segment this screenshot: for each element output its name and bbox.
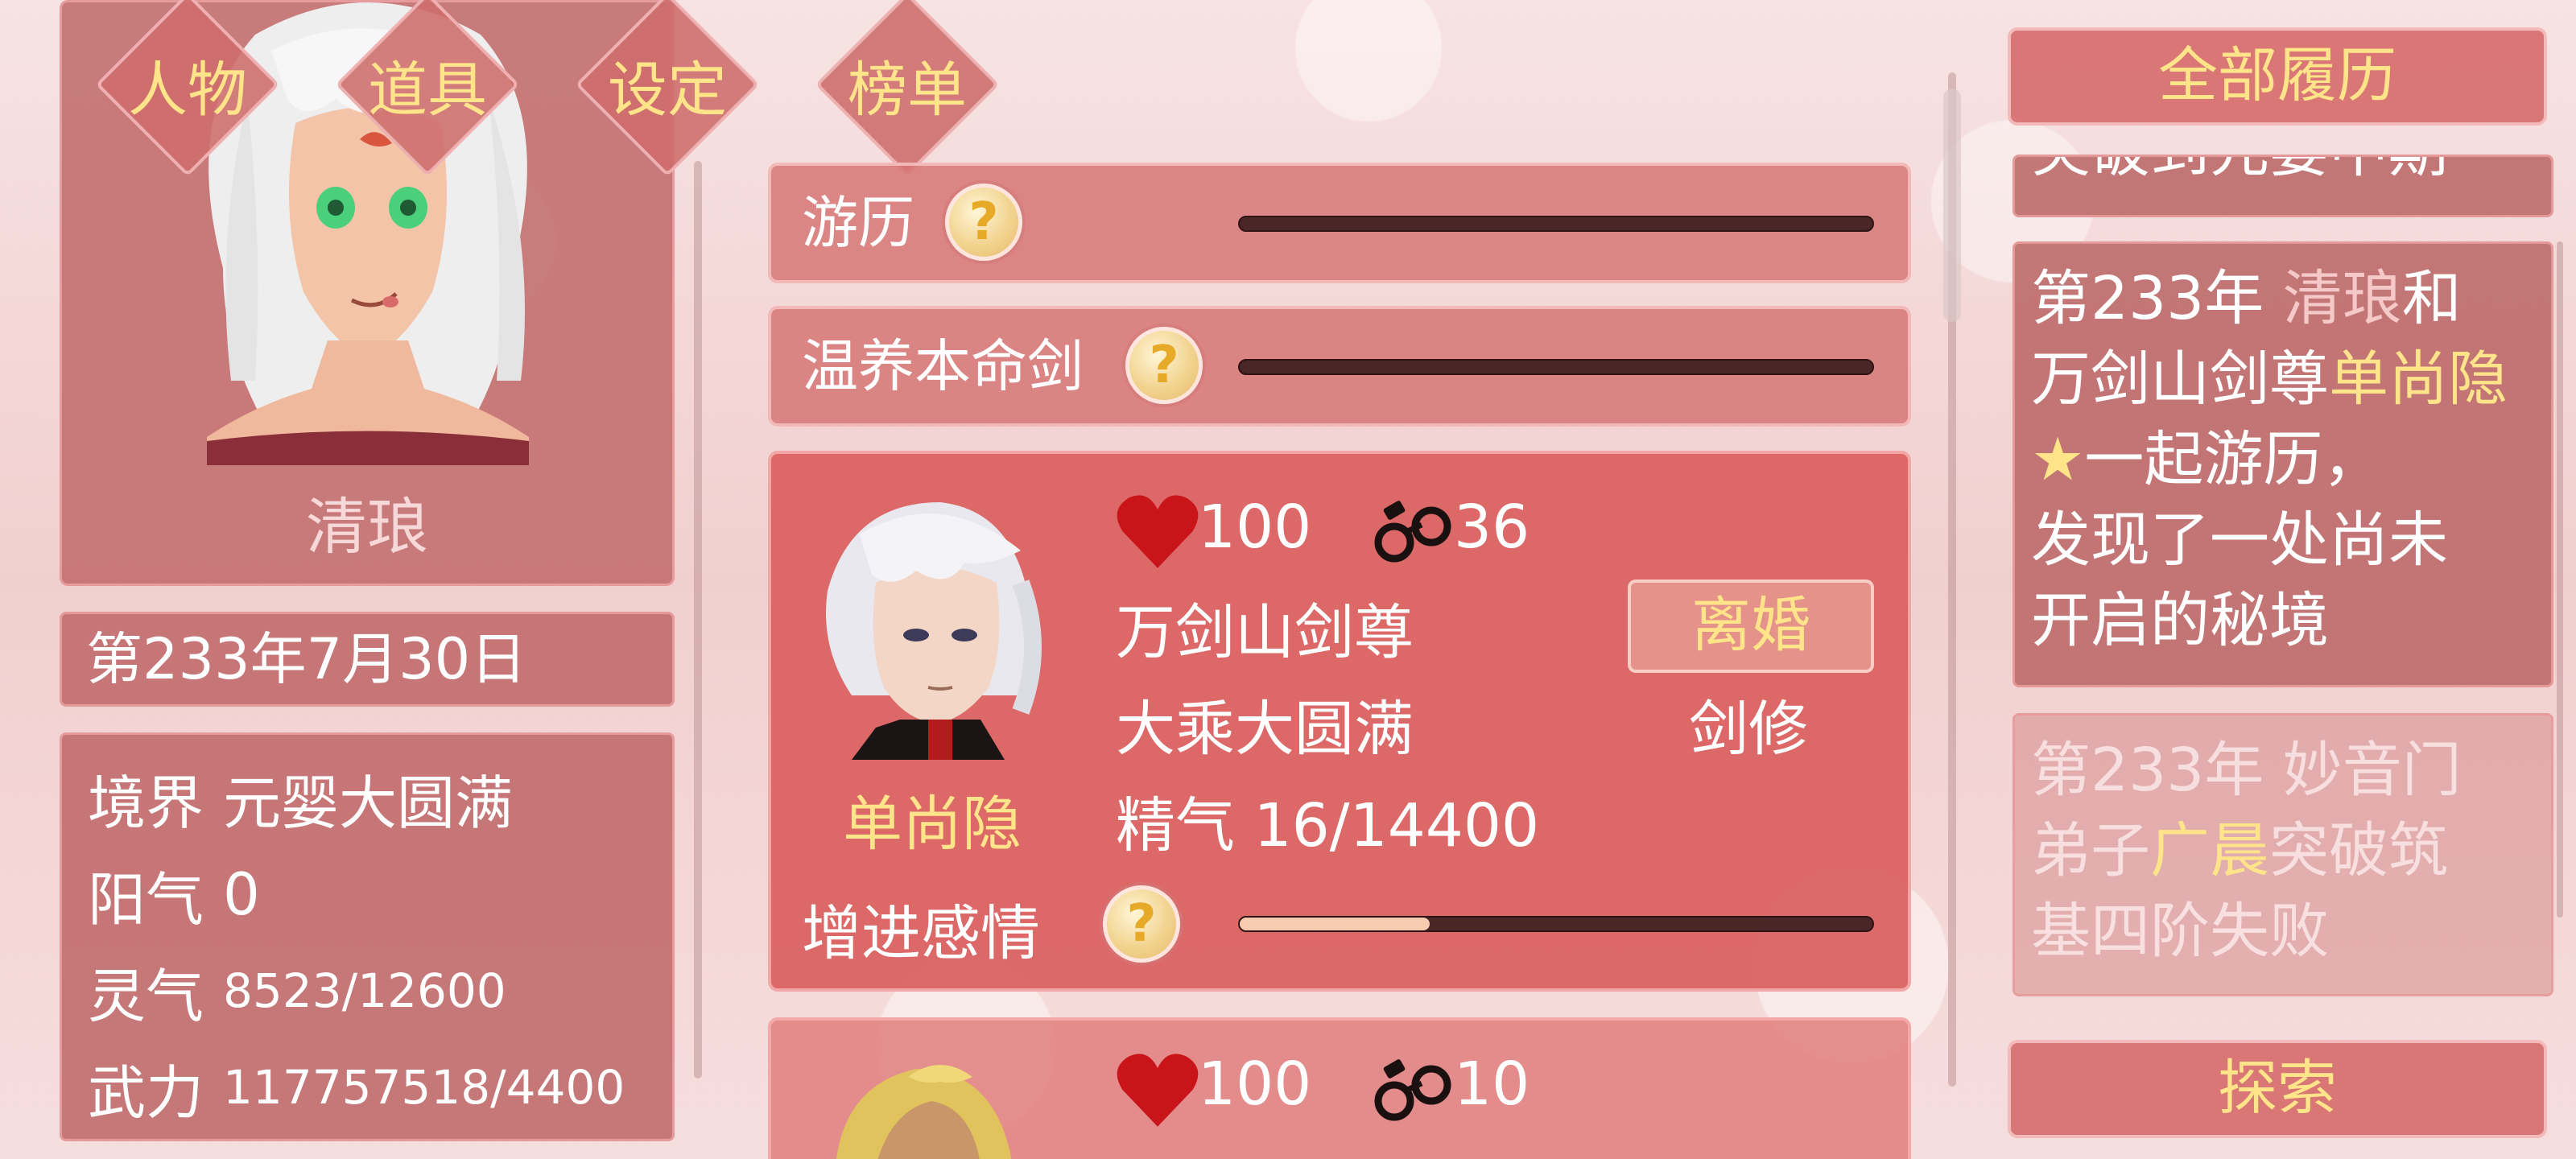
log-year: 第233年: [2031, 736, 2264, 805]
heart-icon: [1117, 1054, 1199, 1127]
stat-label: 阳气: [88, 865, 204, 934]
player-name: 清琅: [306, 491, 428, 563]
log-text: 和: [2401, 264, 2462, 333]
tab-ranking[interactable]: 榜单: [807, 0, 1008, 185]
divorce-button[interactable]: 离婚: [1628, 580, 1874, 673]
all-history-button[interactable]: 全部履历: [2008, 27, 2547, 126]
log-text: 弟子: [2031, 816, 2150, 885]
log-text: 一起游历，: [2084, 425, 2383, 494]
help-icon[interactable]: ?: [1125, 327, 1203, 404]
player-stats-panel: 境界 元婴大圆满 阳气 0 灵气 8523/12600 武力 117757518…: [60, 732, 675, 1141]
log-text: 开启的秘境: [2031, 586, 2329, 655]
game-date: 第233年7月30日: [60, 612, 675, 707]
log-text: 突破筑: [2269, 816, 2448, 885]
task-label: 温养本命剑: [802, 333, 1084, 399]
log-year: 第233年: [2031, 264, 2264, 333]
stat-label: 武力: [88, 1058, 204, 1127]
stat-value: 117757518/4400: [223, 1060, 625, 1115]
task-travel[interactable]: 游历 ?: [768, 163, 1911, 283]
stat-force: 武力 117757518/4400: [88, 1039, 672, 1136]
stat-label: 灵气: [88, 962, 204, 1030]
affection-progress-bar: [1238, 916, 1874, 932]
tab-character-label: 人物: [128, 55, 247, 125]
handcuffs-icon: [1374, 501, 1451, 563]
bond-value: 36: [1454, 493, 1530, 562]
tab-settings[interactable]: 设定: [567, 0, 768, 185]
log-actor: 清琅: [2282, 264, 2402, 333]
log-text: 万剑山剑尊: [2031, 344, 2329, 414]
log-scrollbar[interactable]: [2557, 241, 2563, 918]
companion-title: 万剑山剑尊: [1116, 598, 1414, 667]
task-progress-bar: [1238, 216, 1874, 232]
companion-portrait: [826, 502, 1042, 760]
tab-settings-label: 设定: [608, 55, 727, 125]
log-entry: 第233年 清琅和 万剑山剑尊单尚隐★一起游历， 发现了一处尚未 开启的秘境: [2013, 241, 2553, 687]
stat-realm: 境界 元婴大圆满: [88, 749, 672, 846]
task-nurture-sword[interactable]: 温养本命剑 ?: [768, 306, 1911, 427]
heart-icon: [1117, 495, 1199, 568]
log-text: 发现了一处尚未: [2031, 505, 2448, 575]
log-actor: 广晨: [2150, 816, 2269, 885]
log-entry: 第233年 妙音门 弟子广晨突破筑 基四阶失败: [2013, 713, 2553, 996]
companion-portrait: [836, 1065, 1012, 1159]
companion-realm: 大乘大圆满: [1116, 695, 1414, 764]
action-label: 增进感情: [802, 899, 1040, 968]
affection-value: 100: [1198, 493, 1312, 562]
stat-spirit: 灵气 8523/12600: [88, 942, 672, 1039]
stat-value: 元婴大圆满: [223, 769, 514, 837]
tab-character[interactable]: 人物: [87, 0, 288, 185]
stat-value: 0: [223, 860, 260, 928]
help-icon[interactable]: ?: [945, 184, 1022, 261]
stat-value: 8523/12600: [223, 963, 506, 1018]
log-text: 基四阶失败: [2031, 897, 2329, 966]
log-entry-partial: 突破到元婴中期: [2013, 155, 2553, 217]
companion-class: 剑修: [1689, 695, 1808, 764]
log-text: 突破到元婴中期: [2031, 157, 2448, 185]
companion-essence: 精气 16/14400: [1116, 791, 1540, 860]
handcuffs-icon: [1374, 1059, 1451, 1121]
bond-value: 10: [1454, 1050, 1530, 1119]
tab-items-label: 道具: [368, 55, 487, 125]
affection-progress-fill: [1240, 918, 1430, 930]
left-scrollbar[interactable]: [694, 161, 702, 1079]
tab-items[interactable]: 道具: [327, 0, 528, 185]
affection-value: 100: [1198, 1050, 1312, 1119]
log-text: 妙音门: [2282, 736, 2462, 805]
task-label: 游历: [802, 190, 914, 256]
companion-card[interactable]: 单尚隐 100 36 万剑山剑尊 大乘大圆满 精气 16/14400 离婚 剑修…: [768, 451, 1911, 992]
explore-button[interactable]: 探索: [2008, 1040, 2547, 1138]
tab-ranking-label: 榜单: [848, 55, 967, 125]
help-icon[interactable]: ?: [1103, 885, 1180, 963]
task-progress-bar: [1238, 359, 1874, 375]
middle-scrollbar-thumb[interactable]: [1943, 89, 1961, 322]
companion-name: 单尚隐: [843, 790, 1022, 859]
stat-yang: 阳气 0: [88, 846, 672, 942]
companion-card[interactable]: 100 10: [768, 1017, 1911, 1159]
stat-label: 境界: [88, 769, 204, 837]
